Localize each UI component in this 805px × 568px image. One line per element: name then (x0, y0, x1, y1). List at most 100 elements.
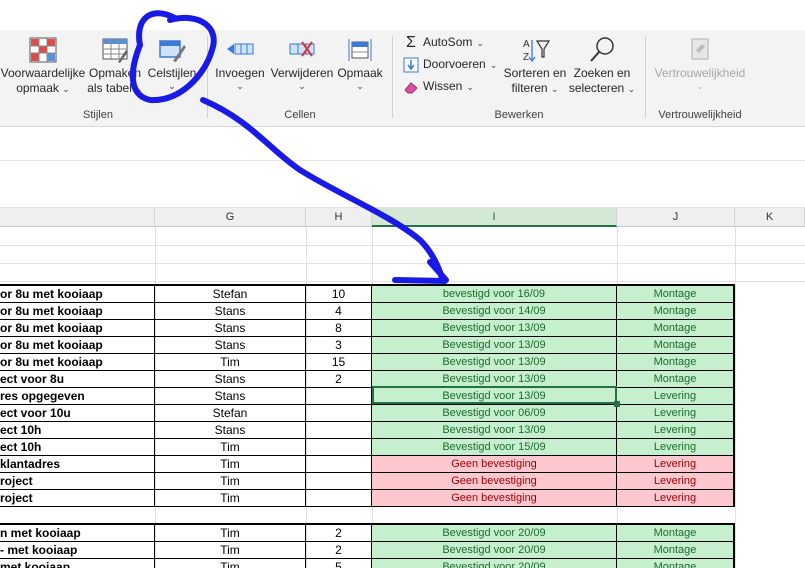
table-row: or 8u met kooiaap Tim 15 Bevestigd voor 13/… (0, 354, 805, 371)
cell-hours[interactable]: 8 (306, 320, 372, 337)
cell-type[interactable]: Montage (617, 337, 735, 354)
cell-confirmation[interactable]: Bevestigd voor 20/09 (372, 542, 617, 559)
cell-hours[interactable] (306, 439, 372, 456)
cell-person[interactable]: Stans (155, 337, 306, 354)
cell-person[interactable]: Tim (155, 490, 306, 507)
cell-type[interactable]: Levering (617, 405, 735, 422)
cell-confirmation[interactable]: Bevestigd voor 13/09 (372, 422, 617, 439)
spreadsheet-grid[interactable]: or 8u met kooiaap Stefan 10 bevestigd voor … (0, 227, 805, 568)
sensitivity-button[interactable]: Vertrouwelijkheid ⌄ (650, 36, 750, 91)
cell-type[interactable]: Montage (617, 303, 735, 320)
cell-person[interactable]: Tim (155, 354, 306, 371)
cell-person[interactable]: Stefan (155, 405, 306, 422)
cell-type[interactable]: Montage (617, 542, 735, 559)
cell-person[interactable]: Tim (155, 473, 306, 490)
cell-hours[interactable] (306, 456, 372, 473)
cell-description[interactable]: roject (0, 473, 155, 490)
cell-hours[interactable]: 4 (306, 303, 372, 320)
cell-person[interactable]: Stans (155, 303, 306, 320)
cell-type[interactable]: Levering (617, 388, 735, 405)
cell-person[interactable]: Tim (155, 525, 306, 542)
cell-hours[interactable] (306, 388, 372, 405)
cell-type[interactable]: Montage (617, 286, 735, 303)
cell-type[interactable]: Montage (617, 354, 735, 371)
column-header-f[interactable] (0, 208, 155, 227)
cell-person[interactable]: Stans (155, 422, 306, 439)
cell-hours[interactable]: 2 (306, 525, 372, 542)
cell-styles-button[interactable]: Celstijlen ⌄ (144, 36, 200, 91)
cell-confirmation[interactable]: Geen bevestiging (372, 490, 617, 507)
cell-type[interactable]: Levering (617, 456, 735, 473)
cell-description[interactable]: ect voor 8u (0, 371, 155, 388)
cell-description[interactable]: or 8u met kooiaap (0, 337, 155, 354)
cell-description[interactable]: or 8u met kooiaap (0, 286, 155, 303)
delete-cells-button[interactable]: Verwijderen ⌄ (270, 36, 334, 91)
cell-hours[interactable] (306, 422, 372, 439)
format-cells-button[interactable]: Opmaak ⌄ (334, 36, 386, 91)
cell-hours[interactable]: 2 (306, 371, 372, 388)
cell-confirmation[interactable]: Geen bevestiging (372, 456, 617, 473)
cell-type[interactable]: Levering (617, 439, 735, 456)
fill-button[interactable]: Doorvoeren ⌄ (403, 55, 497, 73)
cell-description[interactable]: ect voor 10u (0, 405, 155, 422)
cell-type[interactable]: Levering (617, 422, 735, 439)
cell-description[interactable]: n met kooiaap (0, 525, 155, 542)
cell-type[interactable]: Levering (617, 490, 735, 507)
column-header-i[interactable]: I (372, 208, 617, 227)
cell-description[interactable]: ect 10h (0, 439, 155, 456)
cell-hours[interactable]: 3 (306, 337, 372, 354)
autosum-button[interactable]: Σ AutoSom ⌄ (403, 33, 484, 51)
cell-type[interactable]: Montage (617, 371, 735, 388)
cell-hours[interactable]: 5 (306, 559, 372, 568)
cell-type[interactable]: Montage (617, 525, 735, 542)
cell-description[interactable]: klantadres (0, 456, 155, 473)
cell-hours[interactable] (306, 490, 372, 507)
cell-description[interactable]: roject (0, 490, 155, 507)
cell-type[interactable]: Montage (617, 559, 735, 568)
cell-description[interactable]: res opgegeven (0, 388, 155, 405)
cell-confirmation[interactable]: Bevestigd voor 13/09 (372, 337, 617, 354)
cell-hours[interactable]: 15 (306, 354, 372, 371)
column-header-j[interactable]: J (617, 208, 735, 227)
cell-person[interactable]: Tim (155, 439, 306, 456)
cell-description[interactable]: or 8u met kooiaap (0, 303, 155, 320)
cell-type[interactable]: Levering (617, 473, 735, 490)
cell-description[interactable]: or 8u met kooiaap (0, 320, 155, 337)
cell-confirmation[interactable]: Bevestigd voor 14/09 (372, 303, 617, 320)
cell-person[interactable]: Tim (155, 559, 306, 568)
cell-confirmation[interactable]: Bevestigd voor 13/09 (372, 354, 617, 371)
cell-person[interactable]: Tim (155, 456, 306, 473)
cell-confirmation[interactable]: Bevestigd voor 13/09 (372, 320, 617, 337)
cell-confirmation[interactable]: Bevestigd voor 15/09 (372, 439, 617, 456)
cell-description[interactable]: met kooiaap (0, 559, 155, 568)
cell-confirmation[interactable]: Bevestigd voor 20/09 (372, 525, 617, 542)
format-as-table-button[interactable]: Opmaken als tabel ⌄ (86, 36, 144, 96)
column-header-k[interactable]: K (735, 208, 805, 227)
cell-person[interactable]: Stans (155, 388, 306, 405)
cell-hours[interactable] (306, 473, 372, 490)
table-row: or 8u met kooiaap Stefan 10 bevestigd voor … (0, 286, 805, 303)
cell-description[interactable]: ect 10h (0, 422, 155, 439)
fill-handle[interactable] (614, 401, 620, 407)
cell-confirmation[interactable]: Geen bevestiging (372, 473, 617, 490)
cell-description[interactable]: - met kooiaap (0, 542, 155, 559)
cell-hours[interactable]: 2 (306, 542, 372, 559)
cell-person[interactable]: Stans (155, 371, 306, 388)
column-header-h[interactable]: H (306, 208, 372, 227)
cell-confirmation[interactable]: bevestigd voor 16/09 (372, 286, 617, 303)
cell-hours[interactable] (306, 405, 372, 422)
insert-cells-button[interactable]: Invoegen ⌄ (210, 36, 270, 91)
column-header-g[interactable]: G (155, 208, 306, 227)
cell-person[interactable]: Stans (155, 320, 306, 337)
find-select-button[interactable]: Zoeken en selecteren ⌄ (568, 36, 636, 96)
cell-confirmation[interactable]: Bevestigd voor 20/09 (372, 559, 617, 568)
conditional-formatting-button[interactable]: Voorwaardelijke opmaak ⌄ (0, 36, 86, 96)
sort-filter-button[interactable]: A Z Sorteren en filteren ⌄ (501, 36, 569, 96)
clear-button[interactable]: Wissen ⌄ (403, 77, 474, 95)
cell-confirmation[interactable]: Bevestigd voor 06/09 (372, 405, 617, 422)
cell-person[interactable]: Tim (155, 542, 306, 559)
cell-hours[interactable]: 10 (306, 286, 372, 303)
cell-type[interactable]: Montage (617, 320, 735, 337)
cell-person[interactable]: Stefan (155, 286, 306, 303)
cell-description[interactable]: or 8u met kooiaap (0, 354, 155, 371)
